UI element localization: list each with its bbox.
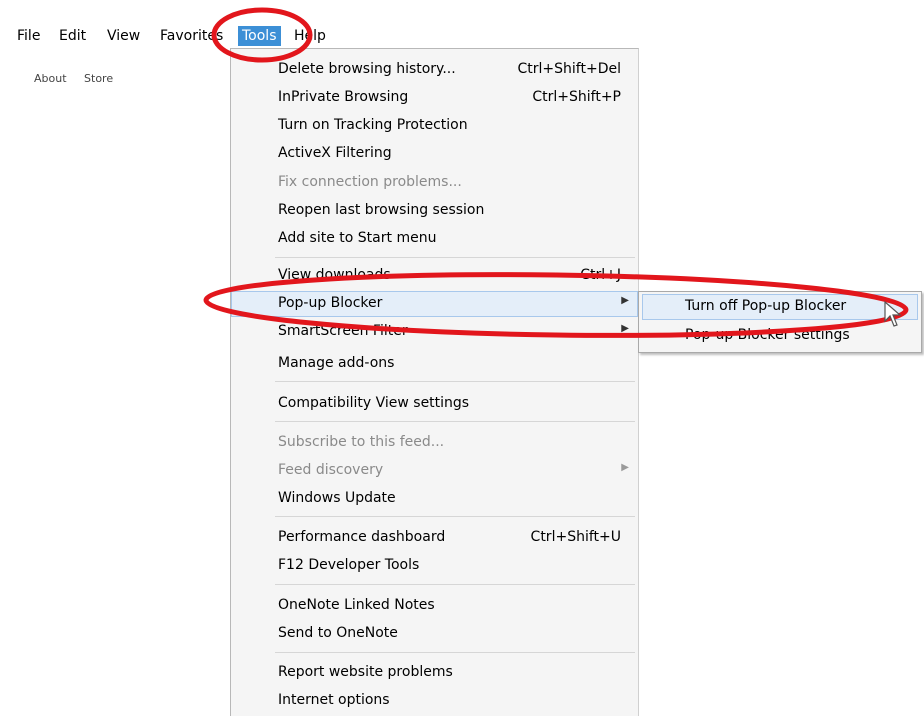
item-label: View downloads bbox=[278, 267, 391, 283]
item-label: Reopen last browsing session bbox=[278, 202, 485, 218]
item-label: Performance dashboard bbox=[278, 529, 446, 545]
about-link[interactable]: About bbox=[34, 72, 67, 85]
menu-file[interactable]: File bbox=[13, 26, 44, 46]
delete-browsing-history-item[interactable]: Delete browsing history... Ctrl+Shift+De… bbox=[231, 57, 638, 83]
item-label: Pop-up Blocker bbox=[278, 295, 383, 311]
internet-options-item[interactable]: Internet options bbox=[231, 688, 638, 714]
store-link[interactable]: Store bbox=[84, 72, 113, 85]
item-label: Fix connection problems... bbox=[278, 174, 462, 190]
item-label: Compatibility View settings bbox=[278, 395, 470, 411]
menu-separator bbox=[275, 584, 635, 585]
performance-dashboard-item[interactable]: Performance dashboard Ctrl+Shift+U bbox=[231, 525, 638, 551]
menu-view[interactable]: View bbox=[103, 26, 144, 46]
activex-filtering-item[interactable]: ActiveX Filtering bbox=[231, 141, 638, 167]
fix-connection-problems-item: Fix connection problems... bbox=[231, 170, 638, 196]
menu-favorites[interactable]: Favorites bbox=[156, 26, 227, 46]
f12-developer-tools-item[interactable]: F12 Developer Tools bbox=[231, 553, 638, 579]
item-label: Internet options bbox=[278, 692, 390, 708]
menu-separator bbox=[275, 381, 635, 382]
item-label: Pop-up Blocker settings bbox=[685, 327, 850, 343]
inprivate-browsing-item[interactable]: InPrivate Browsing Ctrl+Shift+P bbox=[231, 85, 638, 111]
item-label: Add site to Start menu bbox=[278, 230, 437, 246]
menu-edit[interactable]: Edit bbox=[55, 26, 90, 46]
menu-separator bbox=[275, 516, 635, 517]
item-label: Turn off Pop-up Blocker bbox=[685, 298, 847, 314]
item-label: Turn on Tracking Protection bbox=[278, 117, 468, 133]
menu-bar: File Edit View Favorites Tools Help bbox=[0, 22, 924, 48]
menu-tools[interactable]: Tools bbox=[238, 26, 281, 46]
item-shortcut: Ctrl+Shift+Del bbox=[517, 61, 621, 77]
smartscreen-filter-item[interactable]: SmartScreen Filter ▶ bbox=[231, 319, 638, 345]
item-label: Delete browsing history... bbox=[278, 61, 456, 77]
item-label: Report website problems bbox=[278, 664, 453, 680]
manage-addons-item[interactable]: Manage add-ons bbox=[231, 351, 638, 377]
mouse-cursor-icon bbox=[884, 301, 902, 327]
turn-off-popup-blocker-item[interactable]: Turn off Pop-up Blocker bbox=[642, 294, 918, 320]
popup-blocker-submenu: Turn off Pop-up Blocker Pop-up Blocker s… bbox=[638, 291, 922, 353]
item-shortcut: Ctrl+Shift+P bbox=[532, 89, 621, 105]
submenu-arrow-icon: ▶ bbox=[621, 295, 629, 306]
feed-discovery-item: Feed discovery ▶ bbox=[231, 458, 638, 484]
menu-separator bbox=[275, 652, 635, 653]
item-label: Send to OneNote bbox=[278, 625, 398, 641]
add-site-start-menu-item[interactable]: Add site to Start menu bbox=[231, 226, 638, 252]
item-label: F12 Developer Tools bbox=[278, 557, 420, 573]
submenu-arrow-icon: ▶ bbox=[621, 462, 629, 473]
item-label: SmartScreen Filter bbox=[278, 323, 408, 339]
menu-help[interactable]: Help bbox=[290, 26, 330, 46]
report-website-problems-item[interactable]: Report website problems bbox=[231, 660, 638, 686]
menu-separator bbox=[275, 257, 635, 258]
reopen-last-session-item[interactable]: Reopen last browsing session bbox=[231, 198, 638, 224]
send-to-onenote-item[interactable]: Send to OneNote bbox=[231, 621, 638, 647]
page-links: About Store bbox=[34, 72, 127, 85]
item-shortcut: Ctrl+Shift+U bbox=[530, 529, 621, 545]
item-label: OneNote Linked Notes bbox=[278, 597, 435, 613]
item-label: InPrivate Browsing bbox=[278, 89, 409, 105]
windows-update-item[interactable]: Windows Update bbox=[231, 486, 638, 512]
item-label: Windows Update bbox=[278, 490, 396, 506]
subscribe-feed-item: Subscribe to this feed... bbox=[231, 430, 638, 456]
onenote-linked-notes-item[interactable]: OneNote Linked Notes bbox=[231, 593, 638, 619]
tracking-protection-item[interactable]: Turn on Tracking Protection bbox=[231, 113, 638, 139]
compatibility-view-settings-item[interactable]: Compatibility View settings bbox=[231, 391, 638, 417]
item-label: Subscribe to this feed... bbox=[278, 434, 445, 450]
item-label: Feed discovery bbox=[278, 462, 384, 478]
view-downloads-item[interactable]: View downloads Ctrl+J bbox=[231, 263, 638, 289]
item-shortcut: Ctrl+J bbox=[580, 267, 621, 283]
tools-menu: Delete browsing history... Ctrl+Shift+De… bbox=[230, 48, 639, 716]
submenu-arrow-icon: ▶ bbox=[621, 323, 629, 334]
popup-blocker-settings-item[interactable]: Pop-up Blocker settings bbox=[642, 323, 918, 349]
menu-separator bbox=[275, 421, 635, 422]
popup-blocker-item[interactable]: Pop-up Blocker ▶ bbox=[231, 291, 638, 317]
item-label: Manage add-ons bbox=[278, 355, 395, 371]
item-label: ActiveX Filtering bbox=[278, 145, 392, 161]
